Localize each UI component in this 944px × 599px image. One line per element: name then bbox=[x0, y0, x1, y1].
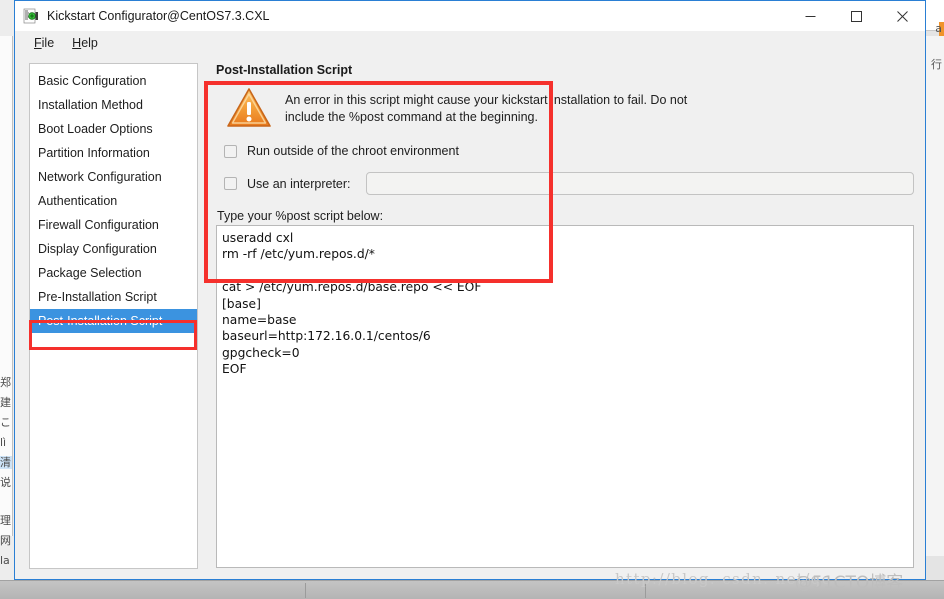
minimize-button[interactable] bbox=[787, 1, 833, 31]
kickstart-configurator-window: Kickstart Configurator@CentOS7.3.CXL Fil… bbox=[14, 0, 926, 580]
sidebar-item-pre-installation-script[interactable]: Pre-Installation Script bbox=[30, 285, 197, 309]
sidebar-item-firewall-configuration[interactable]: Firewall Configuration bbox=[30, 213, 197, 237]
background-window-right: a 行 bbox=[925, 0, 944, 599]
sidebar-item-display-configuration[interactable]: Display Configuration bbox=[30, 237, 197, 261]
background-glyph: 理 bbox=[0, 514, 11, 527]
sidebar-item-authentication[interactable]: Authentication bbox=[30, 189, 197, 213]
use-interpreter-label: Use an interpreter: bbox=[247, 176, 351, 191]
interpreter-row[interactable]: Use an interpreter: bbox=[216, 172, 915, 195]
menu-bar: File Help bbox=[15, 31, 925, 55]
background-glyph: 郑 bbox=[0, 376, 11, 389]
post-installation-pane: Post-Installation Script An error in thi… bbox=[204, 63, 915, 569]
window-body: Basic Configuration Installation Method … bbox=[15, 55, 925, 579]
sidebar-item-installation-method[interactable]: Installation Method bbox=[30, 93, 197, 117]
maximize-icon bbox=[850, 10, 862, 22]
menu-item-file[interactable]: File bbox=[25, 34, 63, 52]
sidebar-item-package-selection[interactable]: Package Selection bbox=[30, 261, 197, 285]
background-glyph: 行 bbox=[931, 58, 942, 71]
background-glyph-selected: 清 bbox=[0, 456, 12, 469]
background-left-list: 郑 建 こ lì 清 说 理 网 la bbox=[0, 36, 13, 567]
background-glyph: la bbox=[0, 554, 10, 567]
taskbar-divider bbox=[645, 583, 646, 598]
sidebar-item-boot-loader-options[interactable]: Boot Loader Options bbox=[30, 117, 197, 141]
background-window-left: 郑 建 こ lì 清 说 理 网 la bbox=[0, 0, 14, 580]
background-glyph: 说 bbox=[0, 476, 11, 489]
run-outside-chroot-label: Run outside of the chroot environment bbox=[247, 144, 459, 158]
close-icon bbox=[896, 10, 908, 22]
sidebar-item-partition-information[interactable]: Partition Information bbox=[30, 141, 197, 165]
menu-item-help[interactable]: Help bbox=[63, 34, 107, 52]
sidebar-item-network-configuration[interactable]: Network Configuration bbox=[30, 165, 197, 189]
script-label: Type your %post script below: bbox=[217, 209, 384, 223]
warning-row: An error in this script might cause your… bbox=[216, 86, 915, 130]
background-glyph: 网 bbox=[0, 534, 11, 547]
background-glyph: a bbox=[935, 22, 942, 35]
navigation-sidebar[interactable]: Basic Configuration Installation Method … bbox=[29, 63, 198, 569]
warning-message: An error in this script might cause your… bbox=[285, 93, 688, 124]
use-interpreter-checkbox[interactable] bbox=[224, 177, 237, 190]
close-button[interactable] bbox=[879, 1, 925, 31]
window-controls bbox=[787, 1, 925, 31]
chroot-checkbox-row[interactable]: Run outside of the chroot environment bbox=[216, 144, 915, 158]
run-outside-chroot-checkbox[interactable] bbox=[224, 144, 237, 158]
background-right-panel: 行 bbox=[925, 36, 944, 556]
title-bar[interactable]: Kickstart Configurator@CentOS7.3.CXL bbox=[15, 1, 925, 31]
background-glyph: lì bbox=[0, 436, 7, 449]
warning-triangle-icon bbox=[226, 86, 272, 130]
page-title: Post-Installation Script bbox=[216, 63, 353, 77]
window-title: Kickstart Configurator@CentOS7.3.CXL bbox=[47, 9, 270, 23]
interpreter-input[interactable] bbox=[365, 172, 914, 195]
background-glyph: こ bbox=[0, 416, 11, 429]
sidebar-item-post-installation-script[interactable]: Post-Installation Script bbox=[30, 309, 197, 333]
minimize-icon bbox=[805, 15, 815, 17]
background-glyph: 建 bbox=[0, 396, 11, 409]
taskbar-divider bbox=[305, 583, 306, 598]
post-script-textarea[interactable] bbox=[216, 225, 914, 568]
maximize-button[interactable] bbox=[833, 1, 879, 31]
app-icon bbox=[23, 8, 39, 24]
taskbar[interactable] bbox=[0, 580, 944, 599]
sidebar-item-basic-configuration[interactable]: Basic Configuration bbox=[30, 69, 197, 93]
